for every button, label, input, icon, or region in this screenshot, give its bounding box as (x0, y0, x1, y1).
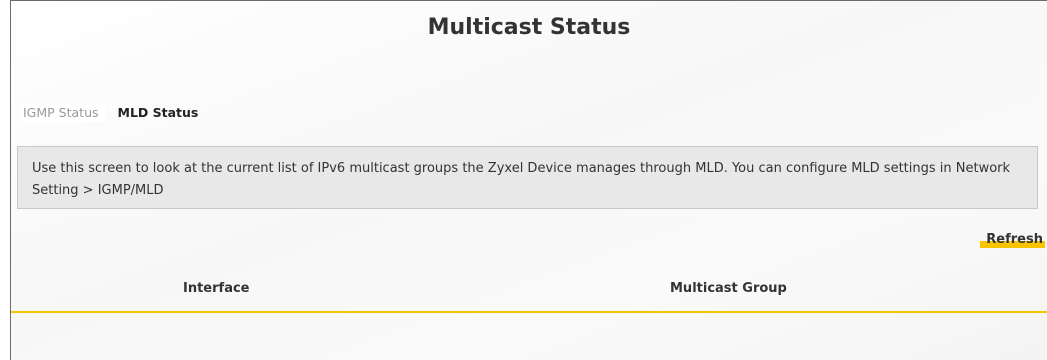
tab-igmp-status[interactable]: IGMP Status (20, 104, 105, 122)
page-title: Multicast Status (427, 15, 631, 40)
column-header-multicast-group: Multicast Group (670, 281, 787, 296)
tab-mld-status[interactable]: MLD Status (114, 104, 209, 122)
description-box: Use this screen to look at the current l… (17, 146, 1038, 209)
tab-bar: IGMP Status MLD Status (20, 104, 209, 122)
column-header-interface: Interface (183, 281, 250, 296)
description-text: Use this screen to look at the current l… (32, 161, 1011, 198)
main-panel: Multicast Status IGMP Status MLD Status … (10, 0, 1047, 360)
table-header: Interface Multicast Group (11, 276, 1047, 313)
refresh-button[interactable]: Refresh (980, 232, 1045, 248)
